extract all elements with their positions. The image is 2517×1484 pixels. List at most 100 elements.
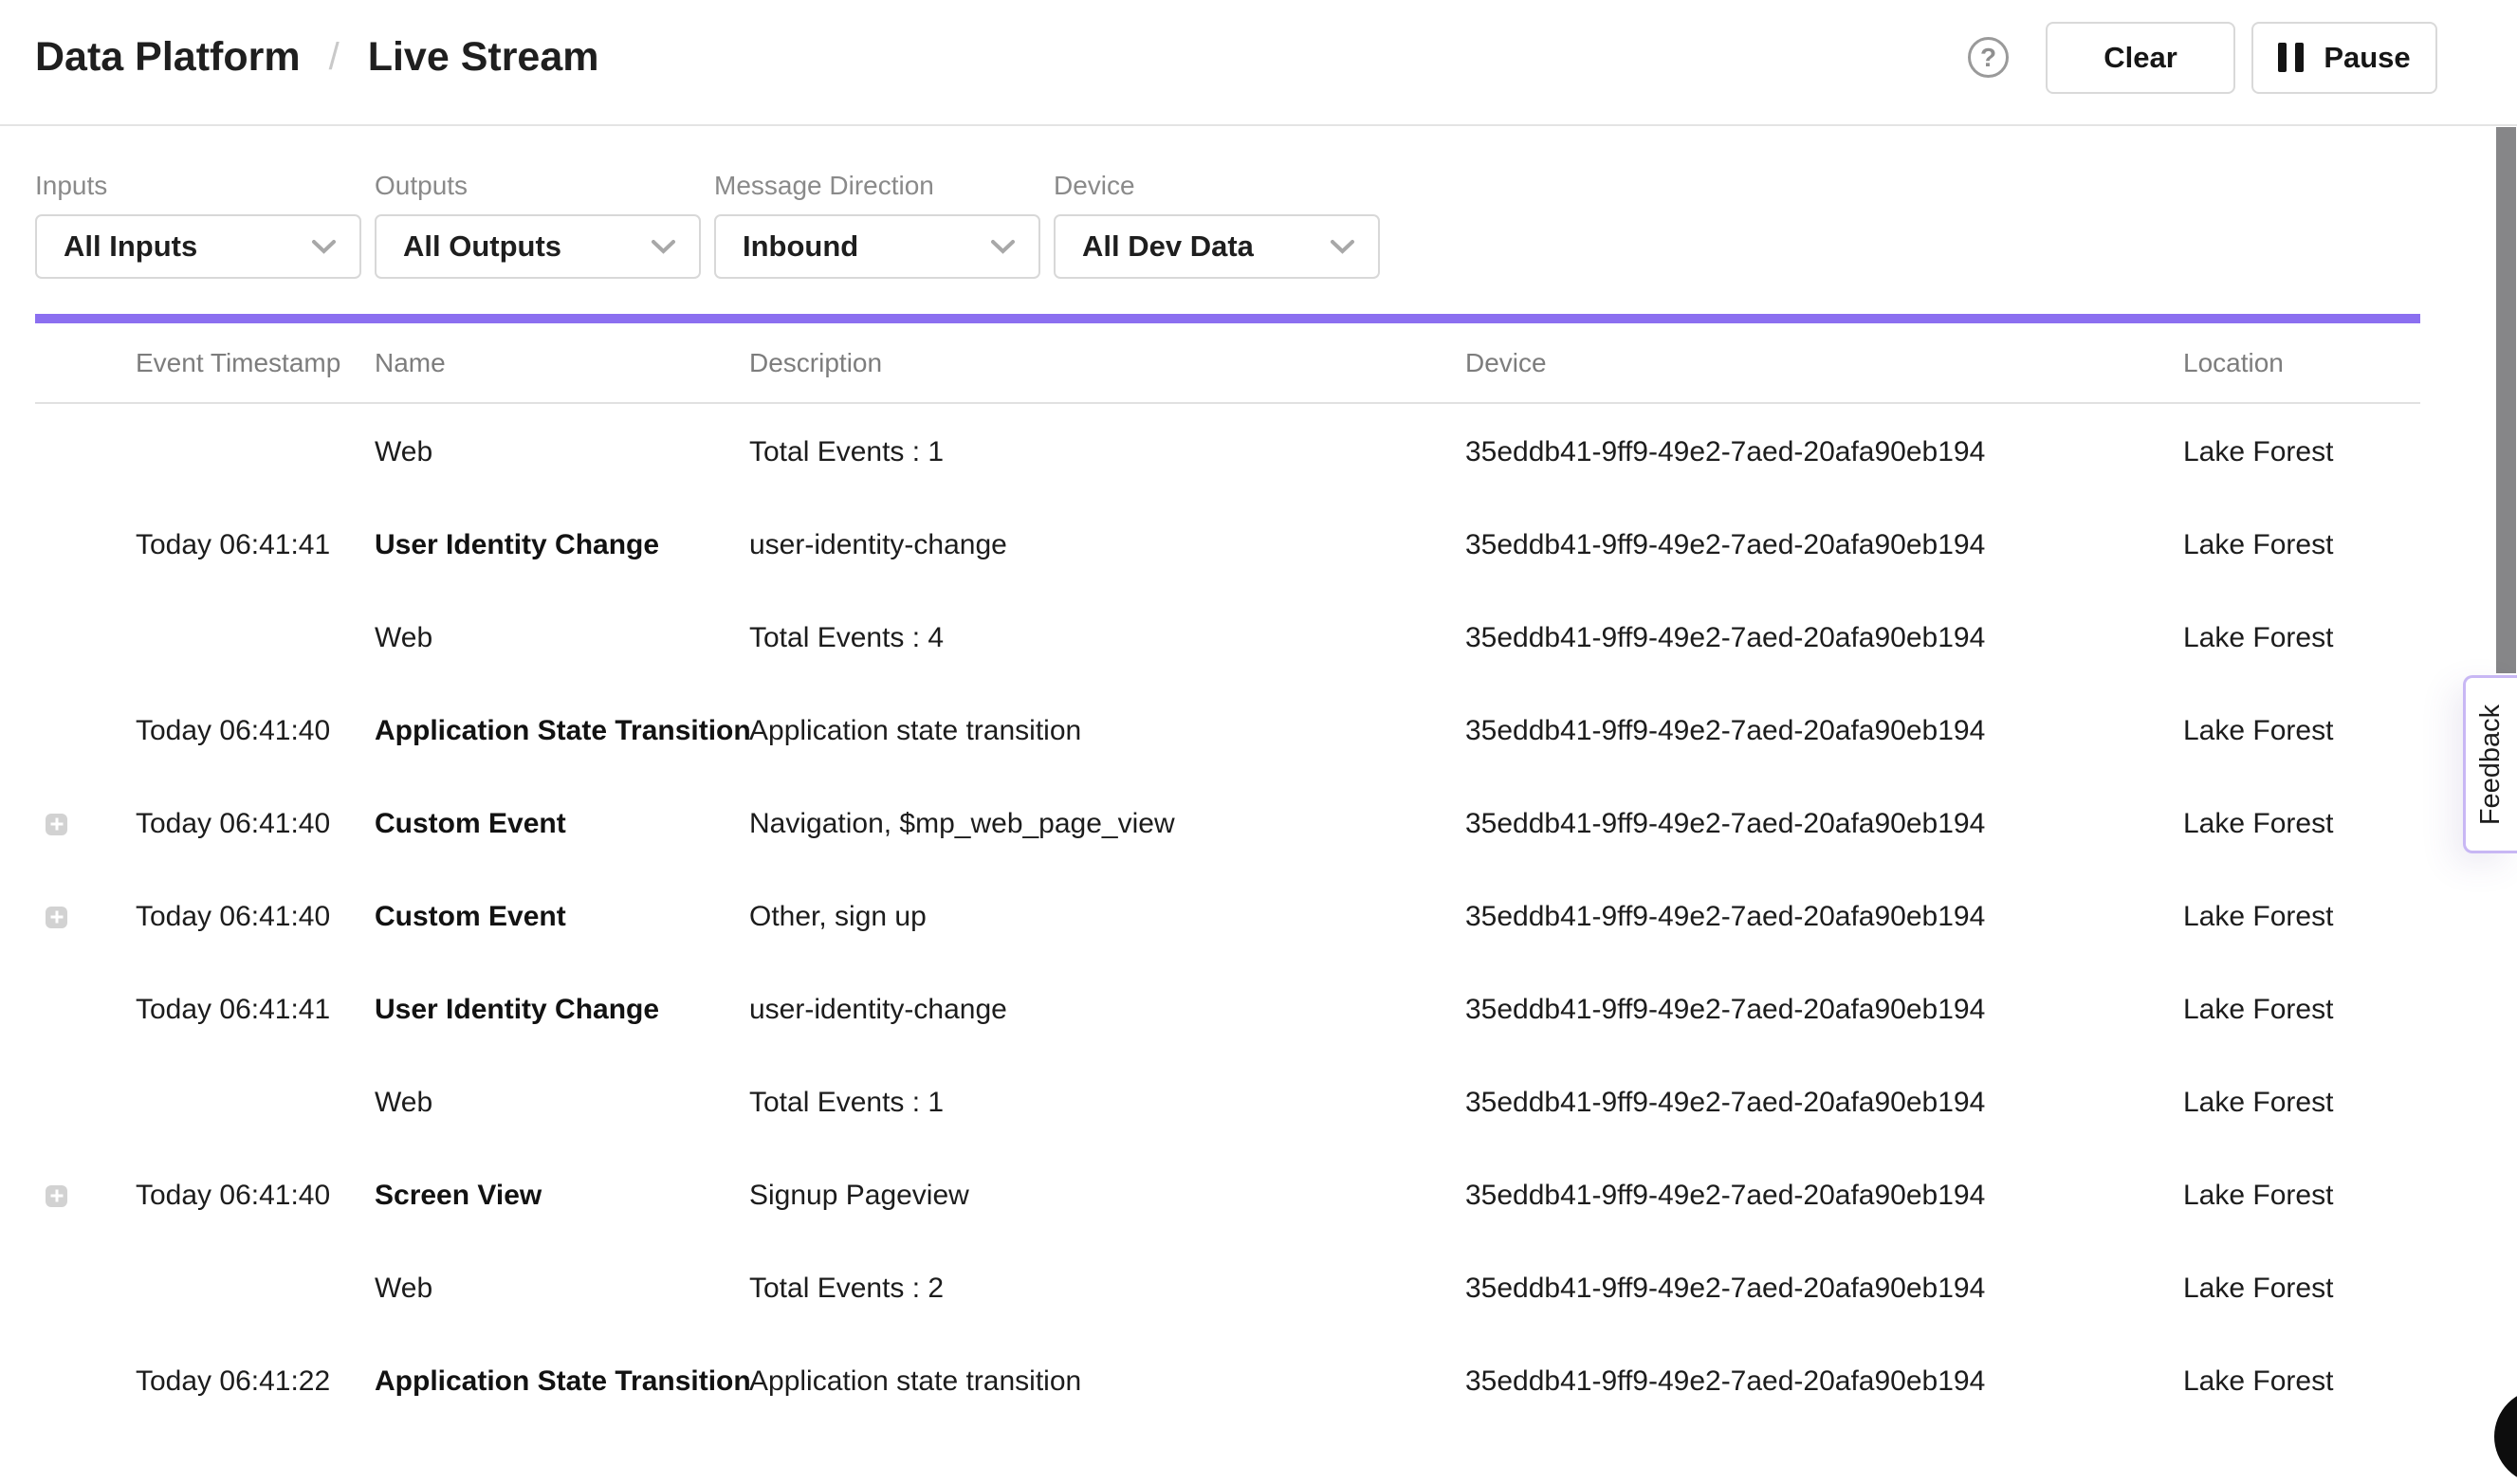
row-expand-plus-icon[interactable] xyxy=(46,1185,67,1207)
event-timestamp-cell: Today 06:41:41 xyxy=(136,994,375,1026)
event-timestamp-cell: Today 06:41:40 xyxy=(136,715,375,747)
column-header-device: Device xyxy=(1465,348,2183,378)
event-description-cell: Total Events : 1 xyxy=(749,1087,1465,1119)
event-name-cell: User Identity Change xyxy=(375,529,749,561)
event-name-cell: Screen View xyxy=(375,1180,749,1212)
device-cell: 35eddb41-9ff9-49e2-7aed-20afa90eb194 xyxy=(1465,622,2183,654)
table-row[interactable]: Today 06:41:41 User Identity Change user… xyxy=(35,499,2420,592)
device-cell: 35eddb41-9ff9-49e2-7aed-20afa90eb194 xyxy=(1465,994,2183,1026)
device-cell: 35eddb41-9ff9-49e2-7aed-20afa90eb194 xyxy=(1465,1365,2183,1398)
column-header-location: Location xyxy=(2183,348,2420,378)
filter-inputs: Inputs All Inputs xyxy=(35,171,361,279)
row-expand-plus-icon[interactable] xyxy=(46,907,67,928)
event-name-cell: Custom Event xyxy=(375,901,749,933)
event-description-cell: Navigation, $mp_web_page_view xyxy=(749,808,1465,840)
location-cell: Lake Forest xyxy=(2183,1365,2420,1398)
chevron-down-icon xyxy=(1330,239,1355,255)
event-name-cell: Application State Transition xyxy=(375,715,749,747)
table-row[interactable]: Today 06:41:22 Application State Transit… xyxy=(35,1335,2420,1428)
event-description-cell: Total Events : 4 xyxy=(749,622,1465,654)
feedback-tab-label: Feedback xyxy=(2476,704,2508,824)
device-cell: 35eddb41-9ff9-49e2-7aed-20afa90eb194 xyxy=(1465,1180,2183,1212)
table-row[interactable]: Today 06:41:40 Custom Event Other, sign … xyxy=(35,870,2420,963)
filter-message-direction-label: Message Direction xyxy=(714,171,1040,201)
filter-message-direction-value: Inbound xyxy=(743,229,858,264)
chevron-down-icon xyxy=(311,239,337,255)
event-timestamp-cell: Today 06:41:40 xyxy=(136,901,375,933)
device-cell: 35eddb41-9ff9-49e2-7aed-20afa90eb194 xyxy=(1465,901,2183,933)
location-cell: Lake Forest xyxy=(2183,1087,2420,1119)
event-name-cell: Web xyxy=(375,622,749,654)
location-cell: Lake Forest xyxy=(2183,1180,2420,1212)
filter-inputs-dropdown[interactable]: All Inputs xyxy=(35,214,361,279)
table-row[interactable]: Web Total Events : 4 35eddb41-9ff9-49e2-… xyxy=(35,592,2420,685)
event-timestamp-cell: Today 06:41:41 xyxy=(136,529,375,561)
device-cell: 35eddb41-9ff9-49e2-7aed-20afa90eb194 xyxy=(1465,715,2183,747)
table-row[interactable]: Today 06:41:40 Screen View Signup Pagevi… xyxy=(35,1149,2420,1242)
table-row[interactable]: Today 06:41:40 Custom Event Navigation, … xyxy=(35,778,2420,870)
event-timestamp-cell: Today 06:41:22 xyxy=(136,1365,375,1398)
filter-device-dropdown[interactable]: All Dev Data xyxy=(1054,214,1380,279)
device-cell: 35eddb41-9ff9-49e2-7aed-20afa90eb194 xyxy=(1465,808,2183,840)
chevron-down-icon xyxy=(990,239,1016,255)
location-cell: Lake Forest xyxy=(2183,715,2420,747)
feedback-tab[interactable]: Feedback xyxy=(2463,675,2517,853)
pause-icon xyxy=(2278,43,2304,72)
table-row[interactable]: Today 06:41:41 User Identity Change user… xyxy=(35,963,2420,1056)
event-name-cell: Custom Event xyxy=(375,808,749,840)
column-header-event-timestamp: Event Timestamp xyxy=(136,348,375,378)
table-body: Web Total Events : 1 35eddb41-9ff9-49e2-… xyxy=(35,406,2420,1428)
chevron-down-icon xyxy=(651,239,676,255)
location-cell: Lake Forest xyxy=(2183,808,2420,840)
pause-button[interactable]: Pause xyxy=(2251,22,2437,94)
breadcrumb: Data Platform / Live Stream xyxy=(35,34,599,81)
location-cell: Lake Forest xyxy=(2183,994,2420,1026)
location-cell: Lake Forest xyxy=(2183,901,2420,933)
filter-outputs-dropdown[interactable]: All Outputs xyxy=(375,214,701,279)
device-cell: 35eddb41-9ff9-49e2-7aed-20afa90eb194 xyxy=(1465,436,2183,468)
location-cell: Lake Forest xyxy=(2183,1273,2420,1305)
location-cell: Lake Forest xyxy=(2183,622,2420,654)
event-timestamp-cell: Today 06:41:40 xyxy=(136,1180,375,1212)
filter-device: Device All Dev Data xyxy=(1054,171,1380,279)
vertical-scrollbar-thumb[interactable] xyxy=(2496,127,2516,673)
filter-inputs-label: Inputs xyxy=(35,171,361,201)
filter-device-value: All Dev Data xyxy=(1082,229,1254,264)
page-title: Live Stream xyxy=(368,34,599,81)
top-bar: Data Platform / Live Stream ? Clear Paus… xyxy=(0,0,2517,126)
device-cell: 35eddb41-9ff9-49e2-7aed-20afa90eb194 xyxy=(1465,529,2183,561)
event-name-cell: Web xyxy=(375,436,749,468)
event-name-cell: Web xyxy=(375,1087,749,1119)
event-description-cell: Total Events : 2 xyxy=(749,1273,1465,1305)
breadcrumb-separator: / xyxy=(329,36,340,79)
table-row[interactable]: Web Total Events : 1 35eddb41-9ff9-49e2-… xyxy=(35,1056,2420,1149)
filter-message-direction-dropdown[interactable]: Inbound xyxy=(714,214,1040,279)
table-row[interactable]: Today 06:41:40 Application State Transit… xyxy=(35,685,2420,778)
column-header-description: Description xyxy=(749,348,1465,378)
chat-widget-corner[interactable] xyxy=(2494,1389,2517,1484)
device-cell: 35eddb41-9ff9-49e2-7aed-20afa90eb194 xyxy=(1465,1273,2183,1305)
filter-outputs: Outputs All Outputs xyxy=(375,171,701,279)
event-description-cell: user-identity-change xyxy=(749,994,1465,1026)
event-name-cell: User Identity Change xyxy=(375,994,749,1026)
filter-message-direction: Message Direction Inbound xyxy=(714,171,1040,279)
breadcrumb-section[interactable]: Data Platform xyxy=(35,34,301,81)
location-cell: Lake Forest xyxy=(2183,529,2420,561)
table-header: Event Timestamp Name Description Device … xyxy=(35,323,2420,404)
event-description-cell: Other, sign up xyxy=(749,901,1465,933)
event-description-cell: Signup Pageview xyxy=(749,1180,1465,1212)
event-timestamp-cell: Today 06:41:40 xyxy=(136,808,375,840)
filter-inputs-value: All Inputs xyxy=(64,229,197,264)
row-expand-plus-icon[interactable] xyxy=(46,814,67,835)
filter-device-label: Device xyxy=(1054,171,1380,201)
table-row[interactable]: Web Total Events : 1 35eddb41-9ff9-49e2-… xyxy=(35,406,2420,499)
help-icon[interactable]: ? xyxy=(1968,37,2009,78)
event-description-cell: Application state transition xyxy=(749,1365,1465,1398)
top-bar-actions: ? Clear Pause xyxy=(1968,22,2437,94)
live-stream-progress-bar xyxy=(35,314,2420,323)
filters-row: Inputs All Inputs Outputs All Outputs Me… xyxy=(35,171,1380,279)
clear-button[interactable]: Clear xyxy=(2046,22,2235,94)
column-header-name: Name xyxy=(375,348,749,378)
event-name-cell: Application State Transition xyxy=(375,1365,749,1398)
table-row[interactable]: Web Total Events : 2 35eddb41-9ff9-49e2-… xyxy=(35,1242,2420,1335)
